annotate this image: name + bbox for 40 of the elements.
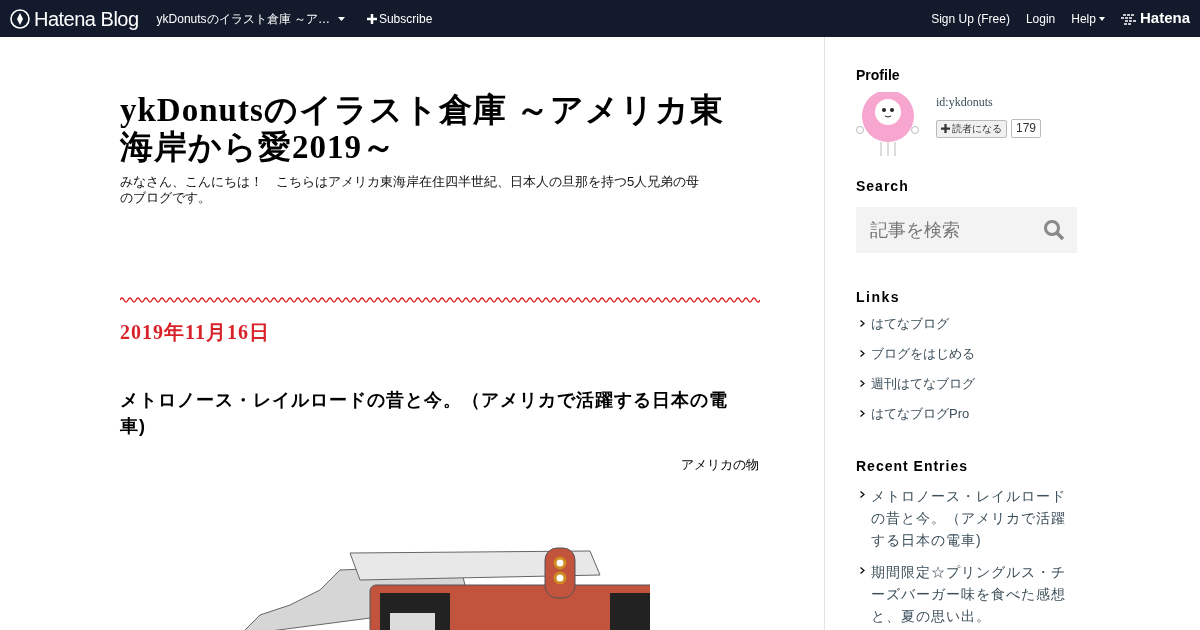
donut-avatar-icon[interactable] [856,92,920,156]
sidebar-link[interactable]: はてなブログ [871,314,949,334]
recent-entry-link[interactable]: 期間限定☆プリングルス・チーズバーガー味を食べた感想と、夏の思い出。 [871,561,1071,627]
sidebar-link[interactable]: 週刊はてなブログ [871,374,975,394]
caret-icon [337,16,345,21]
chevron-icon [860,491,865,498]
blog-description: みなさん、こんにちは！ こちらはアメリカ東海岸在住四半世紀、日本人の旦那を持つ5人兄弟の母のブログです。 [120,174,701,206]
hatena-brand[interactable]: Hatena [1139,7,1190,30]
pen-logo-icon [10,8,30,29]
links-heading: Links [856,288,902,307]
brand-name[interactable]: Hatena Blog [34,3,139,34]
sidebar-link[interactable]: はてなブログPro [871,404,970,424]
category-link[interactable]: アメリカの物 [681,455,759,475]
chevron-icon [860,567,865,574]
follower-count: 179 [1011,119,1042,138]
blog-menu[interactable]: ykDonutsのイラスト倉庫 ～ア… [156,9,345,28]
blog-title[interactable]: ykDonutsのイラスト倉庫 ～アメリカ東海岸から愛2019～ [120,92,732,166]
chevron-icon [860,320,865,327]
recent-entries-heading: Recent Entries [856,457,970,476]
entry-date[interactable]: 2019年11月16日 [120,317,759,347]
plus-icon [366,13,377,24]
hatena-logo-icon [1120,12,1137,25]
recent-entry-link[interactable]: メトロノース・レイルロードの昔と今。（アメリカで活躍する日本の電車) [871,485,1071,551]
plus-icon [941,124,950,133]
follow-button[interactable]: 読者になる [936,119,1007,138]
caret-icon [1098,16,1105,21]
chevron-icon [860,350,865,357]
search-heading: Search [856,177,910,196]
profile-heading: Profile [856,66,901,85]
sidebar-link[interactable]: ブログをはじめる [871,344,975,364]
chevron-icon [860,410,865,417]
help-menu[interactable]: Help [1071,9,1105,28]
chevron-icon [860,380,865,387]
nav-link[interactable]: Login [1025,9,1056,28]
profile-id[interactable]: id:ykdonuts [936,93,1042,111]
nav-link[interactable]: Sign Up (Free) [931,9,1010,28]
search-field[interactable]: 記事を検索 [856,207,1077,253]
subscribe-link[interactable]: Subscribe [366,9,433,28]
entry-title[interactable]: メトロノース・レイルロードの昔と今。（アメリカで活躍する日本の電車) [120,387,735,439]
search-icon[interactable] [1043,219,1065,241]
